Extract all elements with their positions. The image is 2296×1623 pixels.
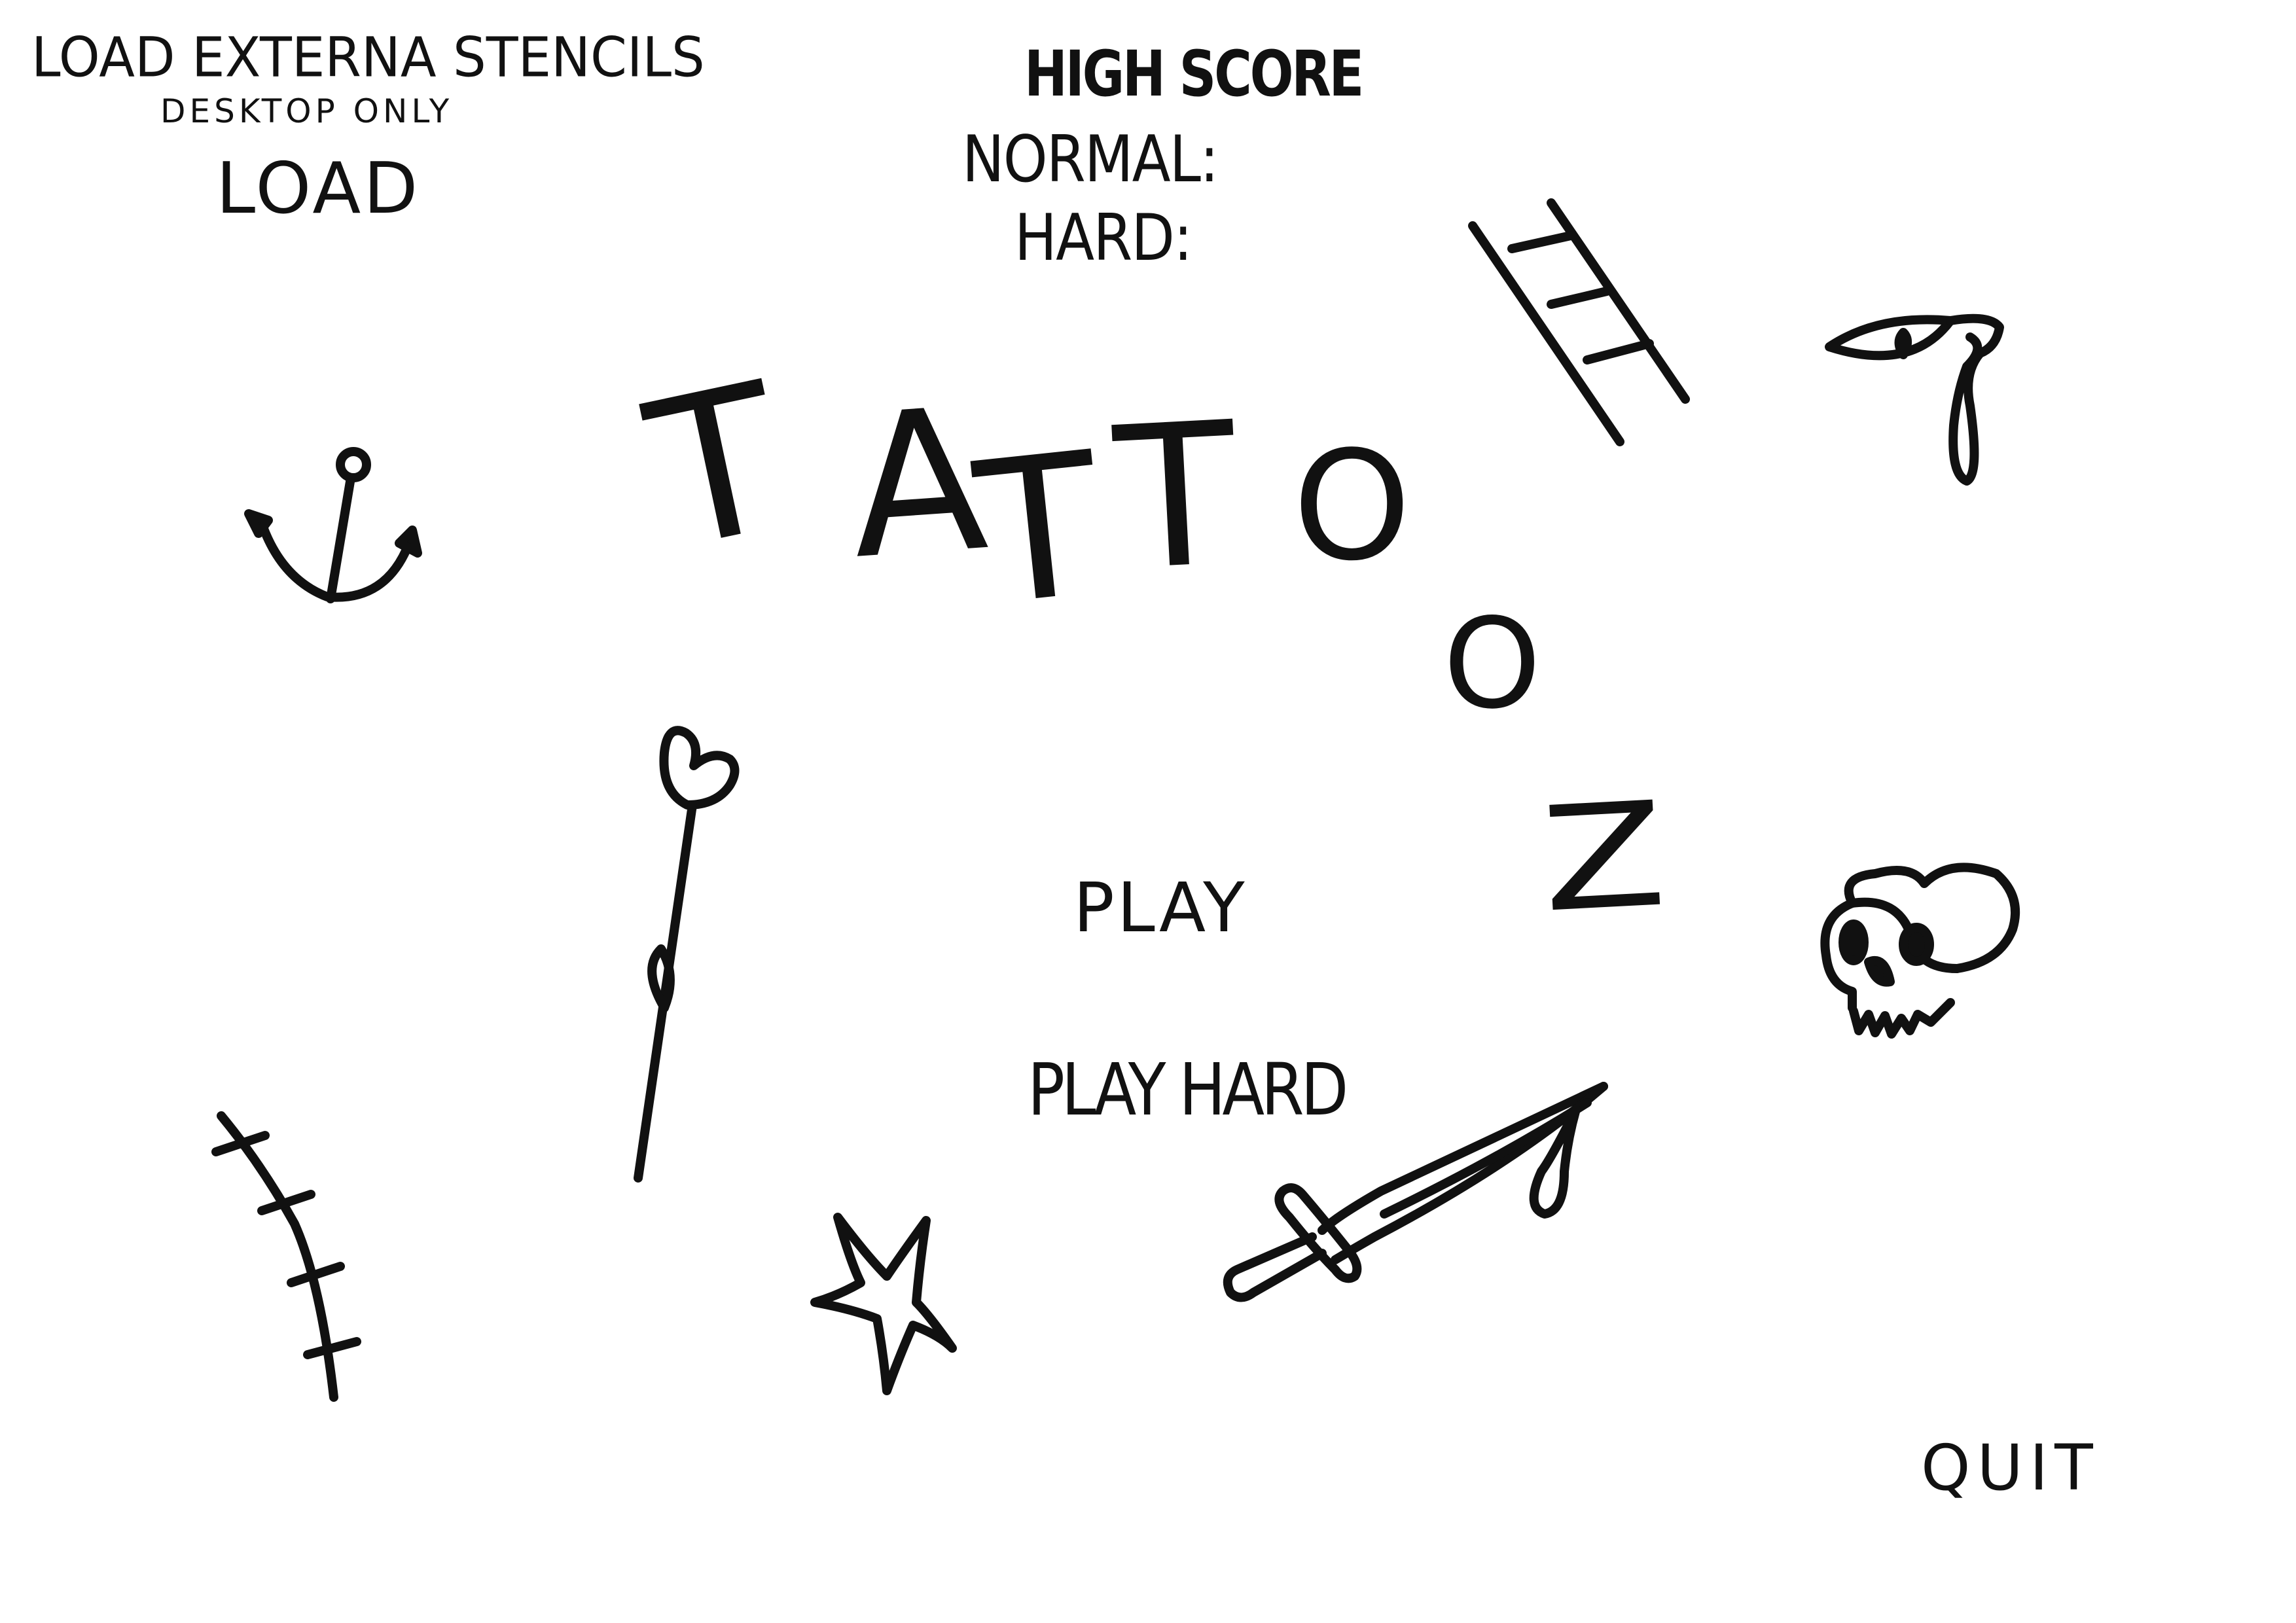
scar-stitches-icon xyxy=(211,1111,361,1402)
title-letter: O xyxy=(1293,419,1412,594)
dagger-icon xyxy=(1223,1082,1608,1302)
title-letter: Z xyxy=(1537,770,1670,944)
title-letter: O xyxy=(1443,592,1541,736)
load-button[interactable]: LOAD xyxy=(216,154,420,224)
skull-icon xyxy=(1820,863,2020,1039)
high-score-hard-label: HARD: xyxy=(1014,201,1193,276)
high-score-heading: HIGH SCORE xyxy=(1024,37,1364,111)
play-button[interactable]: PLAY xyxy=(1073,874,1247,942)
anchor-icon xyxy=(244,447,422,603)
title-letter: T xyxy=(967,410,1110,650)
crying-eye-icon xyxy=(1825,313,2004,486)
ladder-icon xyxy=(1468,198,1690,446)
desktop-only-note: DESKTOP ONLY xyxy=(160,92,454,130)
star-icon xyxy=(810,1213,957,1395)
title-letter: T xyxy=(1109,380,1242,615)
flower-icon xyxy=(634,726,740,1183)
load-stencils-heading: LOAD EXTERNA STENCILS xyxy=(31,25,705,90)
title-letter: T xyxy=(631,339,802,596)
quit-button[interactable]: QUIT xyxy=(1921,1436,2100,1499)
high-score-normal-label: NORMAL: xyxy=(962,122,1219,197)
title-letter: A xyxy=(843,365,994,603)
